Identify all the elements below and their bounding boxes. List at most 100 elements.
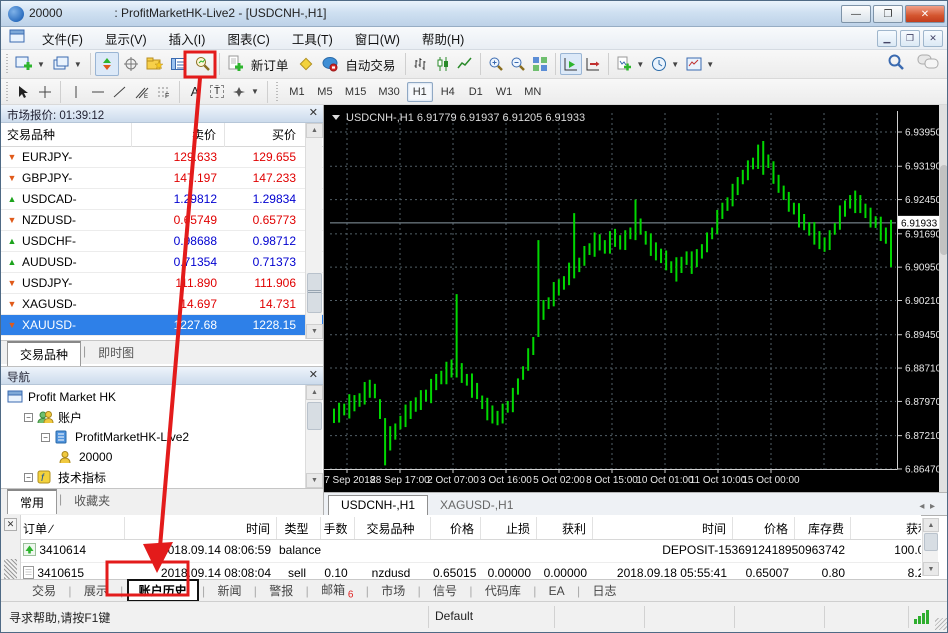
timeframe-button-M15[interactable]: M15 [340,82,371,102]
column-bid[interactable]: 卖价 [132,123,225,147]
chart-restore-button[interactable]: ❐ [900,30,920,47]
crosshair-tool-button[interactable] [34,81,56,103]
periods-dropdown[interactable]: ▼ [671,60,679,69]
navigator-close-icon[interactable]: ✕ [309,369,318,381]
terminal-tab-2[interactable]: 账户历史 [127,579,199,602]
terminal-column-1[interactable]: 时间 [125,517,277,539]
text-tool[interactable]: A [184,81,206,103]
auto-scroll-button[interactable] [560,53,582,75]
market-watch-close-icon[interactable]: ✕ [309,107,318,119]
terminal-tab-9[interactable]: EA [540,583,574,599]
market-watch-row[interactable]: ▲AUDUSD-0.713540.71373 [1,252,323,273]
terminal-tab-0[interactable]: 交易 [23,581,65,600]
chart-area[interactable]: 6.939506.931906.924506.916906.909506.902… [324,105,939,492]
navigator-toggle-button[interactable] [143,52,167,76]
tree-item-0[interactable]: Profit Market HK [1,387,323,407]
terminal-column-5[interactable]: 价格 [431,517,481,539]
arrows-tool[interactable] [228,81,250,103]
metaeditor-button[interactable] [294,52,318,76]
autotrading-button[interactable]: 自动交易 [345,55,395,74]
chart-close-button[interactable]: ✕ [923,30,943,47]
terminal-tab-5[interactable]: 邮箱 6 [312,580,362,601]
scrollbar-thumb[interactable] [307,402,322,430]
horizontal-line-tool[interactable] [87,81,109,103]
timeframe-button-M30[interactable]: M30 [373,82,404,102]
scroll-down-icon[interactable]: ▼ [306,324,323,339]
terminal-column-8[interactable]: 时间 [593,517,733,539]
periods-button[interactable] [648,53,670,75]
terminal-toggle-button[interactable] [167,52,191,76]
data-window-button[interactable] [119,52,143,76]
vertical-line-tool[interactable] [65,81,87,103]
market-watch-toggle-button[interactable] [95,52,119,76]
terminal-column-9[interactable]: 价格 [733,517,795,539]
terminal-close-icon[interactable]: ✕ [4,518,17,531]
toolbar-grip[interactable] [4,82,9,102]
toolbar-grip[interactable] [4,54,9,74]
chart-tab-0[interactable]: USDCNH-,H1 [328,495,428,515]
timeframe-button-H1[interactable]: H1 [407,82,433,102]
trendline-tool[interactable] [109,81,131,103]
status-profile[interactable]: Default [435,609,473,623]
toolbar-grip[interactable] [275,82,280,102]
menu-item-4[interactable]: 工具(T) [281,27,344,50]
chart-minimize-button[interactable]: ▁ [877,30,897,47]
zoom-out-button[interactable] [507,53,529,75]
timeframe-button-M1[interactable]: M1 [284,82,310,102]
search-icon[interactable] [887,53,905,76]
chart-scrollbar[interactable] [939,105,948,492]
scroll-down-icon[interactable]: ▼ [923,562,939,576]
tree-item-1[interactable]: −账户 [1,407,323,427]
navigator-scrollbar[interactable]: ▲ ▼ [305,385,322,488]
tree-expander-icon[interactable]: − [41,433,50,442]
maximize-button[interactable]: ❐ [873,5,903,23]
chart-tab-1[interactable]: XAGUSD-,H1 [428,496,525,515]
cursor-tool-button[interactable] [12,81,34,103]
strategy-tester-button[interactable] [191,52,215,76]
profiles-dropdown[interactable]: ▼ [74,60,82,69]
market-watch-tab-0[interactable]: 交易品种 [7,341,81,366]
tile-windows-button[interactable] [529,53,551,75]
timeframe-button-W1[interactable]: W1 [491,82,518,102]
terminal-tab-7[interactable]: 信号 [424,581,466,600]
autotrading-icon[interactable] [318,52,342,76]
templates-button[interactable] [683,53,705,75]
scroll-down-icon[interactable]: ▼ [306,473,323,488]
channel-tool[interactable]: E [131,81,153,103]
scroll-up-icon[interactable]: ▲ [306,385,323,400]
tree-item-2[interactable]: −ProfitMarketHK-Live2 [1,427,323,447]
menu-item-6[interactable]: 帮助(H) [411,27,475,50]
scroll-up-icon[interactable]: ▲ [923,518,939,532]
menu-item-2[interactable]: 插入(I) [158,27,217,50]
market-watch-row[interactable]: ▼EURJPY-129.633129.655 [1,147,323,168]
timeframe-button-MN[interactable]: MN [519,82,546,102]
terminal-tab-4[interactable]: 警报 [260,581,302,600]
terminal-column-3[interactable]: 手数 [321,517,355,539]
close-button[interactable]: ✕ [905,5,945,23]
menu-item-5[interactable]: 窗口(W) [344,27,411,50]
chart-shift-button[interactable] [582,53,604,75]
menu-item-3[interactable]: 图表(C) [216,27,280,50]
zoom-in-button[interactable] [485,53,507,75]
tree-expander-icon[interactable]: − [24,413,33,422]
market-watch-row[interactable]: ▼XAUUSD-1227.681228.15 [1,315,323,336]
tree-expander-icon[interactable]: − [24,473,33,482]
market-watch-row[interactable]: ▼USDJPY-111.890111.906 [1,273,323,294]
timeframe-button-H4[interactable]: H4 [435,82,461,102]
terminal-tab-3[interactable]: 新闻 [208,581,250,600]
new-order-icon[interactable] [224,52,248,76]
market-watch-scrollbar[interactable]: ▲ ▼ [305,123,322,339]
market-watch-row[interactable]: ▲USDCHF-0.986880.98712 [1,231,323,252]
scroll-up-icon[interactable]: ▲ [306,123,323,138]
arrows-dropdown[interactable]: ▼ [251,87,259,96]
column-symbol[interactable]: 交易品种 [1,123,132,147]
terminal-row-1[interactable]: 34106152018.09.14 08:08:04sell0.10nzdusd… [21,563,921,579]
scrollbar-thumb[interactable] [307,273,322,313]
new-order-button[interactable]: 新订单 [251,55,289,74]
bar-chart-button[interactable] [410,53,432,75]
timeframe-button-D1[interactable]: D1 [463,82,489,102]
tree-item-3[interactable]: 20000 [1,447,323,467]
chat-icon[interactable] [917,53,939,76]
terminal-column-2[interactable]: 类型 [277,517,321,539]
terminal-scrollbar[interactable]: ▲ ▼ [922,518,938,576]
